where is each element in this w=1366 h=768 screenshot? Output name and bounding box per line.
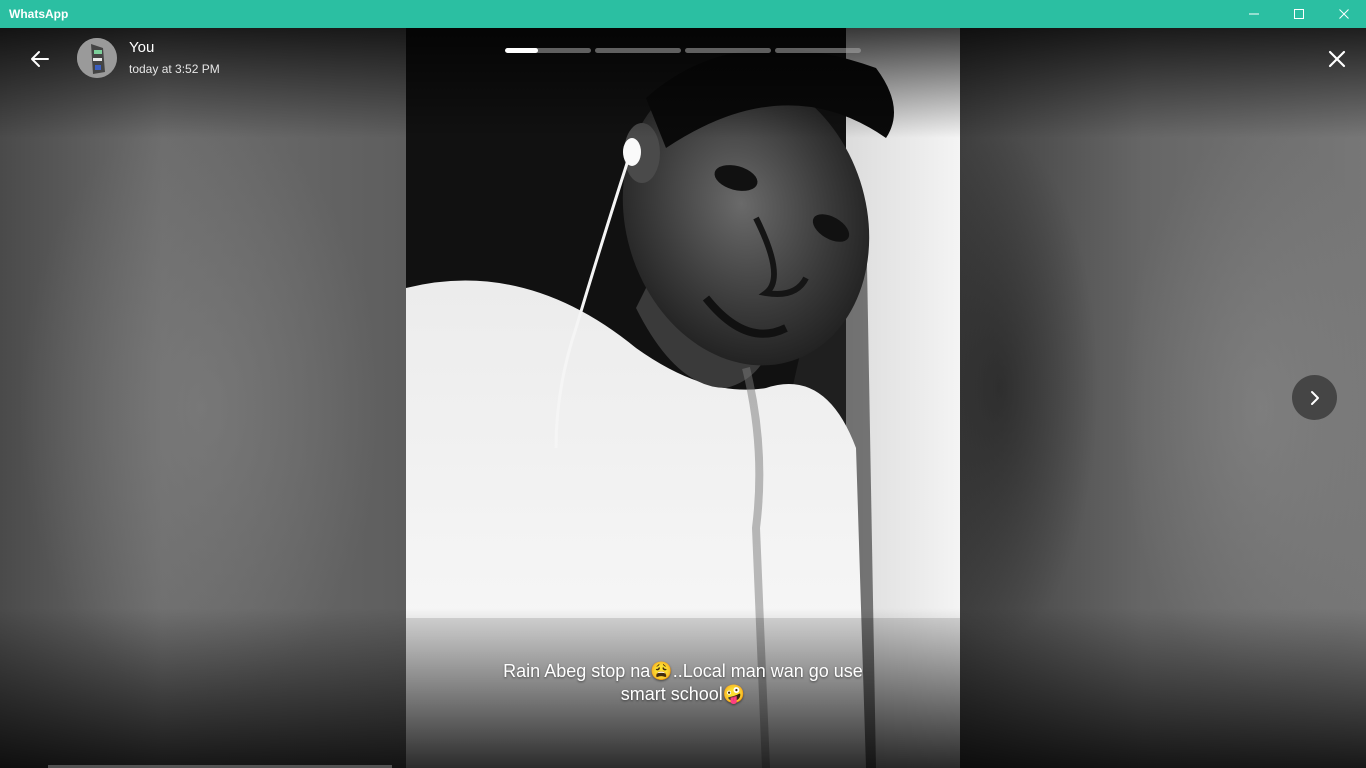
maximize-button[interactable] <box>1276 0 1321 28</box>
minimize-button[interactable] <box>1231 0 1276 28</box>
progress-segment <box>775 48 861 53</box>
back-button[interactable] <box>28 48 54 70</box>
chevron-right-icon <box>1310 390 1319 405</box>
arrow-left-icon <box>31 51 49 67</box>
post-timestamp: today at 3:52 PM <box>129 62 220 76</box>
progress-fill <box>505 48 538 53</box>
progress-segment <box>505 48 591 53</box>
progress-segment <box>685 48 771 53</box>
close-window-button[interactable] <box>1321 0 1366 28</box>
progress-segment <box>595 48 681 53</box>
status-viewer: You today at 3:52 PM Rain Abeg stop na😩.… <box>0 28 1366 768</box>
maximize-icon <box>1293 9 1304 19</box>
next-status-button[interactable] <box>1292 375 1337 420</box>
avatar[interactable] <box>77 38 117 78</box>
minimize-icon <box>1248 13 1259 15</box>
app-title: WhatsApp <box>9 7 69 21</box>
status-progress-bars <box>505 48 861 53</box>
top-gradient <box>0 28 1366 138</box>
close-icon <box>1338 9 1349 19</box>
status-caption: Rain Abeg stop na😩..Local man wan go use… <box>503 661 863 704</box>
avatar-image <box>77 38 117 78</box>
close-icon <box>1328 50 1346 68</box>
title-bar: WhatsApp <box>0 0 1366 28</box>
window-controls <box>1231 0 1366 28</box>
close-viewer-button[interactable] <box>1326 48 1348 70</box>
user-name: You <box>129 39 155 56</box>
